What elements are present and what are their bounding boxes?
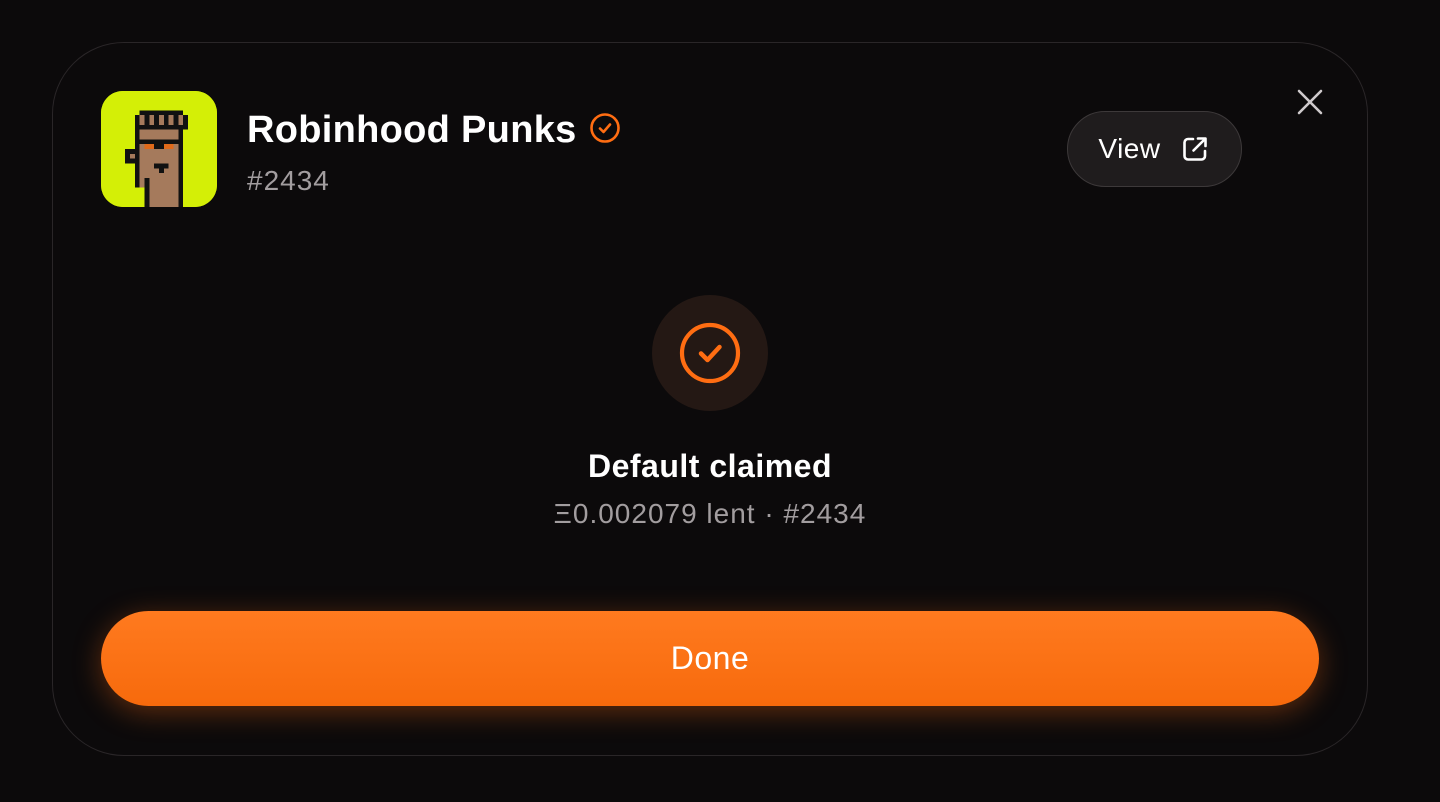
pixel-punk-avatar-icon xyxy=(101,91,217,207)
done-button[interactable]: Done xyxy=(101,611,1319,706)
nft-avatar xyxy=(101,91,217,207)
status-subtitle: Ξ0.002079 lent · #2434 xyxy=(553,498,867,529)
external-link-icon xyxy=(1182,137,1207,161)
close-icon xyxy=(1297,89,1323,115)
collection-name: Robinhood Punks xyxy=(247,109,577,151)
token-id: #2434 xyxy=(247,165,330,196)
close-button[interactable] xyxy=(1292,84,1328,120)
verified-check-icon xyxy=(589,112,621,144)
check-circle-icon xyxy=(679,322,741,384)
status-title: Default claimed xyxy=(587,448,832,484)
status-badge xyxy=(652,295,768,411)
view-button[interactable]: View xyxy=(1067,111,1242,187)
view-button-label: View xyxy=(1098,133,1161,164)
